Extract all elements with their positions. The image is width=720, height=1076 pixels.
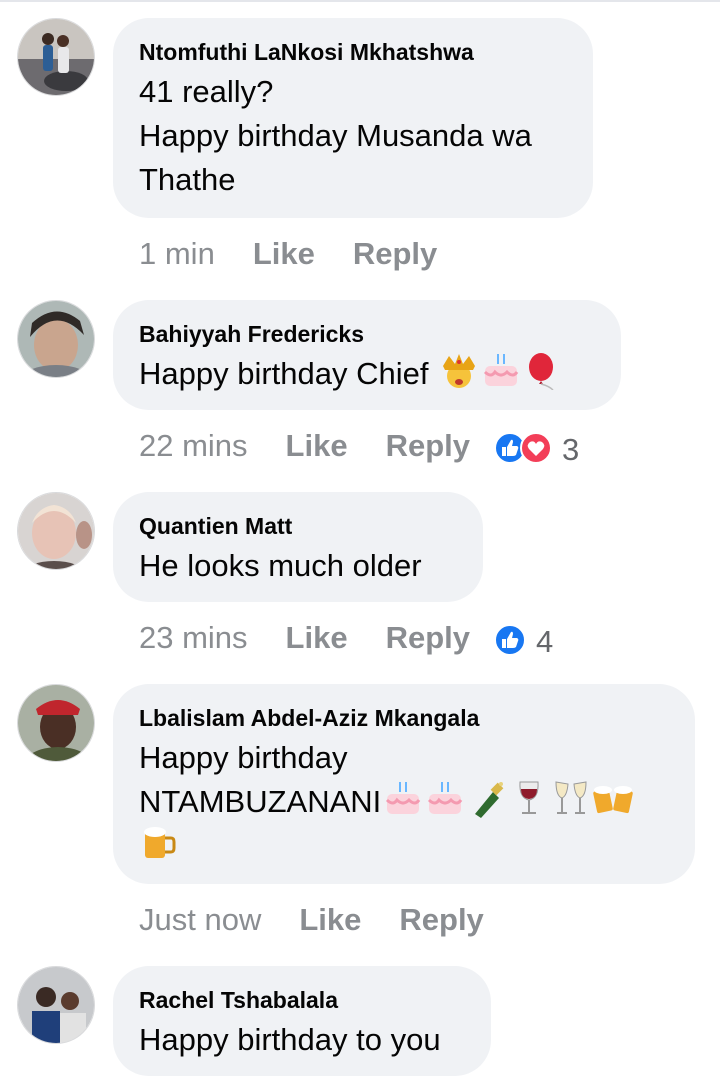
comment-text-line: Happy birthday Musanda wa [139,118,532,153]
comment-meta: 23 mins Like Reply 4 [139,620,553,662]
comment-timestamp[interactable]: 1 min [139,236,215,272]
avatar[interactable] [17,18,95,96]
clinking-glasses-emoji [551,780,591,818]
comment-meta: Just now Like Reply [139,902,484,938]
comment-text: Happy birthday to you [139,1022,441,1057]
comment-bubble: Rachel Tshabalala Happy birthday to you [113,966,491,1076]
love-reaction-icon [520,432,552,464]
comment-text-line: 41 really? [139,74,274,109]
beer-mug-emoji [139,824,179,862]
like-reaction-icon [494,624,526,656]
like-button[interactable]: Like [253,236,315,272]
comment-meta: 1 min Like Reply [139,236,437,272]
comment-bubble: Quantien Matt He looks much older [113,492,483,602]
top-divider [0,0,720,2]
reply-button[interactable]: Reply [386,620,470,656]
avatar[interactable] [17,492,95,570]
comment-author[interactable]: Rachel Tshabalala [139,986,465,1014]
like-button[interactable]: Like [286,428,348,464]
like-button[interactable]: Like [286,620,348,656]
comment-bubble: Lbalislam Abdel-Aziz Mkangala Happy birt… [113,684,695,884]
birthday-cake-emoji [383,780,423,818]
comment-timestamp[interactable]: 22 mins [139,428,248,464]
comment-text-content: Happy birthday Chief [139,356,429,391]
reactions-summary[interactable]: 3 [494,432,579,470]
comment-text: 41 really? Happy birthday Musanda wa Tha… [139,70,567,202]
comment-bubble: Ntomfuthi LaNkosi Mkhatshwa 41 really? H… [113,18,593,218]
comment-meta: 22 mins Like Reply 3 [139,428,579,470]
like-button[interactable]: Like [299,902,361,938]
wine-glass-emoji [509,780,549,818]
comment-text-line: Thathe [139,162,236,197]
comment-text-content: NTAMBUZANANI [139,784,382,819]
comment-author[interactable]: Lbalislam Abdel-Aziz Mkangala [139,704,669,732]
comment-bubble: Bahiyyah Fredericks Happy birthday Chief [113,300,621,410]
red-balloon-emoji [523,352,563,390]
reply-button[interactable]: Reply [353,236,437,272]
comment-timestamp[interactable]: Just now [139,902,261,938]
crown-face-emoji [439,352,479,390]
comment-text-line: NTAMBUZANANI [139,780,669,824]
avatar[interactable] [17,684,95,762]
comment-text-line [139,824,669,868]
comment-text: He looks much older [139,548,422,583]
comment-author[interactable]: Ntomfuthi LaNkosi Mkhatshwa [139,38,567,66]
comment-text-line: Happy birthday [139,740,348,775]
reply-button[interactable]: Reply [399,902,483,938]
comment-author[interactable]: Bahiyyah Fredericks [139,320,595,348]
avatar[interactable] [17,300,95,378]
birthday-cake-emoji [425,780,465,818]
avatar[interactable] [17,966,95,1044]
comment-text: Happy birthday NTAMBUZANANI [139,736,669,868]
birthday-cake-emoji [481,352,521,390]
reaction-count: 3 [562,432,580,467]
comment-timestamp[interactable]: 23 mins [139,620,248,656]
comment-author[interactable]: Quantien Matt [139,512,457,540]
comment-text: Happy birthday Chief [139,352,595,396]
reply-button[interactable]: Reply [386,428,470,464]
reaction-count: 4 [536,624,554,659]
reactions-summary[interactable]: 4 [494,624,553,662]
champagne-emoji [467,780,507,818]
clinking-beer-mugs-emoji [593,780,634,818]
